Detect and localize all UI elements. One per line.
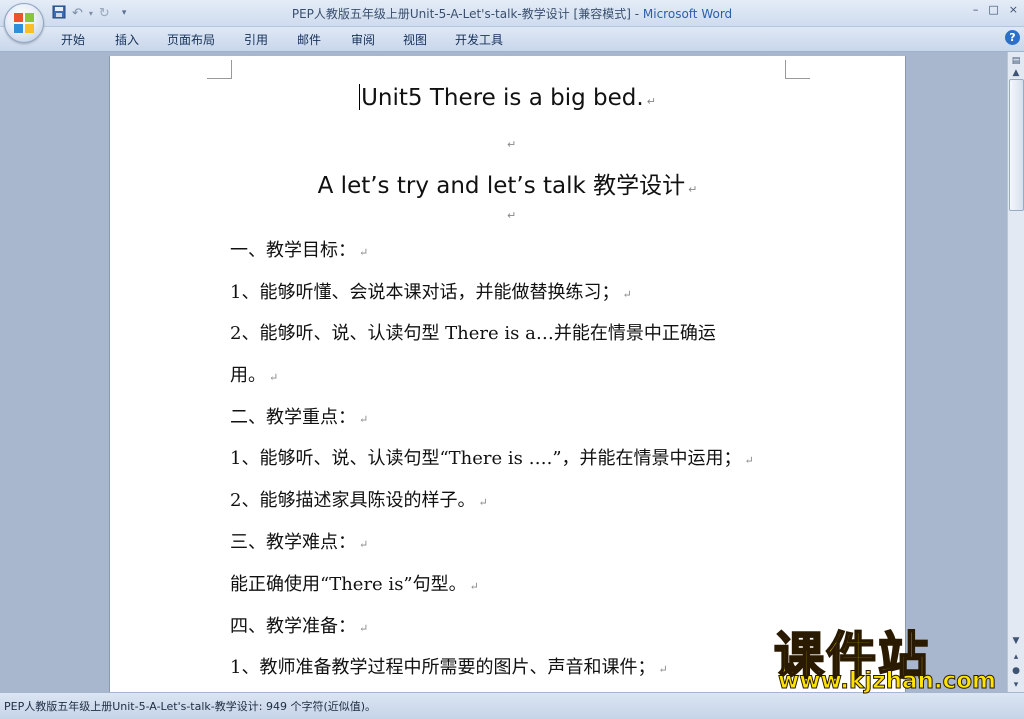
paragraph-mark: ↵ <box>744 454 754 467</box>
paragraph-mark: ↵ <box>359 538 369 551</box>
paragraph-mark: ↵ <box>622 288 632 301</box>
office-logo-icon <box>14 13 34 33</box>
body-line: 1、教师准备教学过程中所需要的图片、声音和课件； ↵ <box>230 657 668 678</box>
document-name: PEP人教版五年级上册Unit-5-A-Let's-talk-教学设计 [兼容模… <box>291 7 631 21</box>
minimize-button[interactable]: – <box>973 3 979 16</box>
body-line: 二、教学重点： ↵ <box>230 407 369 428</box>
body-line: 四、教学准备： ↵ <box>230 616 369 637</box>
document-page[interactable]: Unit5 There is a big bed. ↵ ↵ A let’s try… <box>109 56 906 692</box>
maximize-button[interactable]: □ <box>988 3 998 16</box>
tab-mailings[interactable]: 邮件 <box>297 31 321 48</box>
paragraph-mark: ↵ <box>269 371 279 384</box>
body-line: 三、教学难点： ↵ <box>230 532 369 553</box>
body-line: 一、教学目标： ↵ <box>230 240 369 261</box>
close-button[interactable]: × <box>1009 3 1018 16</box>
window-title: PEP人教版五年级上册Unit-5-A-Let's-talk-教学设计 [兼容模… <box>0 5 1024 22</box>
scroll-thumb[interactable] <box>1009 79 1024 211</box>
scroll-up-icon[interactable]: ▲ <box>1009 66 1023 80</box>
paragraph-mark: ↵ <box>507 138 517 151</box>
paragraph-mark: ↵ <box>646 95 656 108</box>
text-cursor <box>359 84 361 110</box>
crop-mark-left <box>207 60 232 79</box>
body-line: 1、能够听、说、认读句型“There is ….”，并能在情景中运用； ↵ <box>230 448 754 469</box>
tab-references[interactable]: 引用 <box>244 31 268 48</box>
body-line: 用。 ↵ <box>230 365 279 386</box>
paragraph-mark: ↵ <box>469 580 479 593</box>
body-line: 1、能够听懂、会说本课对话，并能做替换练习； ↵ <box>230 282 632 303</box>
next-page-icon[interactable]: ▾ <box>1009 678 1023 692</box>
body-line: 2、能够描述家具陈设的样子。 ↵ <box>230 490 488 511</box>
app-name: Microsoft Word <box>642 7 733 21</box>
title-bar: ↶ ▾ ↻ ▾ PEP人教版五年级上册Unit-5-A-Let's-talk-教… <box>0 0 1024 27</box>
tab-view[interactable]: 视图 <box>403 31 427 48</box>
paragraph-mark: ↵ <box>359 622 369 635</box>
office-button[interactable] <box>4 3 44 43</box>
scroll-down-icon[interactable]: ▼ <box>1009 634 1023 648</box>
paragraph-mark: ↵ <box>507 209 517 222</box>
tab-home[interactable]: 开始 <box>61 31 85 48</box>
watermark-url: www.kjzhan.com <box>778 668 997 695</box>
crop-mark-right <box>785 60 810 79</box>
tab-review[interactable]: 审阅 <box>351 31 375 48</box>
ribbon-tabs: 开始 插入 页面布局 引用 邮件 审阅 视图 开发工具 ? <box>0 27 1024 52</box>
status-text: PEP人教版五年级上册Unit-5-A-Let's-talk-教学设计: 949… <box>4 700 377 713</box>
paragraph-mark: ↵ <box>478 496 488 509</box>
document-subtitle: A let’s try and let’s talk 教学设计 ↵ <box>317 173 698 199</box>
help-icon[interactable]: ? <box>1005 30 1020 45</box>
previous-page-icon[interactable]: ▴ <box>1009 650 1023 664</box>
tab-developer[interactable]: 开发工具 <box>455 31 503 48</box>
paragraph-mark: ↵ <box>359 246 369 259</box>
document-area: Unit5 There is a big bed. ↵ ↵ A let’s try… <box>0 52 1008 692</box>
title-separator: - <box>630 7 643 21</box>
window-controls: – □ × <box>973 3 1018 16</box>
body-line: 2、能够听、说、认读句型 There is a…并能在情景中正确运 <box>230 323 716 344</box>
vertical-scrollbar[interactable]: ▤ ▲ ▼ ▴ ● ▾ <box>1007 52 1024 692</box>
paragraph-mark: ↵ <box>359 413 369 426</box>
tab-insert[interactable]: 插入 <box>115 31 139 48</box>
status-bar: PEP人教版五年级上册Unit-5-A-Let's-talk-教学设计: 949… <box>0 692 1024 719</box>
browse-object-icon[interactable]: ● <box>1009 664 1023 678</box>
tab-page-layout[interactable]: 页面布局 <box>167 31 215 48</box>
paragraph-mark: ↵ <box>658 663 668 676</box>
paragraph-mark: ↵ <box>688 183 698 196</box>
document-title: Unit5 There is a big bed. ↵ <box>359 84 656 111</box>
body-line: 能正确使用“There is”句型。 ↵ <box>230 574 479 595</box>
